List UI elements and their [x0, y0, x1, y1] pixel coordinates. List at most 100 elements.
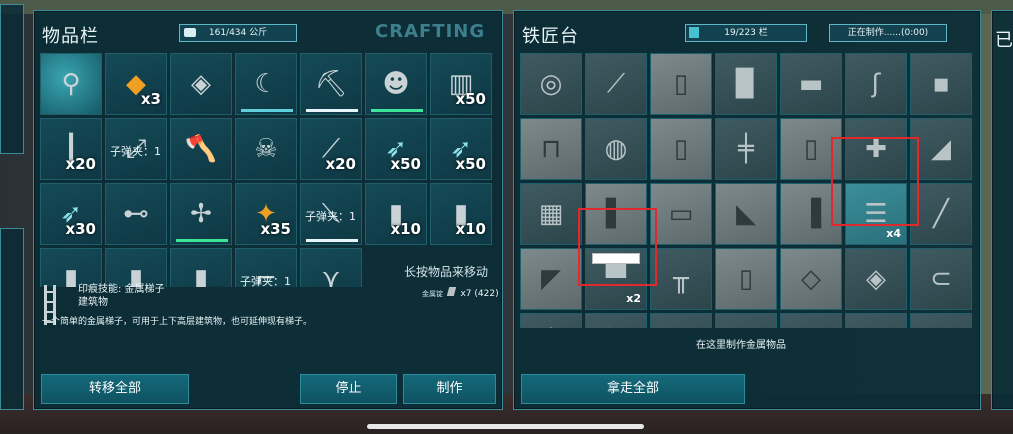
smithy-slot[interactable]: ▉	[715, 53, 777, 115]
arch-icon: ⊓	[540, 134, 562, 164]
smithy-slot[interactable]: ✺	[650, 313, 712, 328]
inventory-slot[interactable]: ✢	[170, 183, 232, 245]
smithy-slot[interactable]: ●	[715, 313, 777, 328]
ramp-icon: ◢	[931, 134, 951, 164]
inventory-slot[interactable]: ⤢ 子弹夹：1	[105, 118, 167, 180]
stop-button[interactable]: 停止	[300, 374, 397, 404]
item-quantity: x30	[65, 220, 96, 238]
smithy-slot[interactable]: ◎	[520, 53, 582, 115]
home-indicator[interactable]	[367, 424, 644, 429]
durability-bar	[306, 239, 358, 242]
block-icon: ▪	[932, 69, 950, 99]
plate-icon: ▭	[668, 199, 694, 229]
left-edge-tab-top[interactable]	[0, 4, 24, 154]
inventory-slot[interactable]: ➶ x30	[40, 183, 102, 245]
item-quantity: x35	[260, 220, 291, 238]
stairs-icon: ◤	[541, 264, 561, 294]
inventory-slot[interactable]: ☠	[235, 118, 297, 180]
smithy-slot[interactable]: │	[520, 313, 582, 328]
smithy-slot[interactable]: ▬	[780, 53, 842, 115]
smithy-slot[interactable]: 〰x231	[910, 313, 972, 328]
inventory-slot[interactable]: ◈	[170, 53, 232, 115]
smithy-slot[interactable]: ʃ	[845, 53, 907, 115]
inventory-slot[interactable]: ▥ x50	[430, 53, 492, 115]
inventory-slot[interactable]: ✦ x35	[235, 183, 297, 245]
durability-bar	[306, 109, 358, 112]
move-hint: 长按物品来移动	[403, 265, 488, 279]
smithy-slot[interactable]: ▭	[650, 183, 712, 245]
side-panel: 已	[991, 10, 1013, 410]
inventory-slot[interactable]: ▮x10	[105, 248, 167, 287]
hook-icon: ʃ	[871, 69, 881, 99]
item-quantity: x50	[455, 155, 486, 173]
smithy-slot[interactable]: ◍	[585, 118, 647, 180]
valve-icon: ╪	[738, 134, 754, 164]
durability-bar	[176, 239, 228, 242]
smithy-slot[interactable]: ╥	[650, 248, 712, 310]
amulet-icon: ◈	[191, 69, 211, 99]
inventory-slot[interactable]: 🪓	[170, 118, 232, 180]
smithy-slot[interactable]: ▰x422	[845, 313, 907, 328]
smithy-slot[interactable]: ▪	[910, 53, 972, 115]
smithy-slot[interactable]: ◈	[845, 248, 907, 310]
smithy-slot[interactable]: ⊂	[910, 248, 972, 310]
smithy-slot[interactable]: ◣	[715, 183, 777, 245]
ghost-icon: ⋎	[321, 264, 341, 287]
inventory-slot[interactable]: ➶ x50	[365, 118, 427, 180]
inventory-slot[interactable]: ➶ x50	[430, 118, 492, 180]
smithy-slot[interactable]: ◢	[910, 118, 972, 180]
smithy-slot[interactable]: ◤	[520, 248, 582, 310]
smithy-slot[interactable]: ▦	[520, 183, 582, 245]
inventory-slot[interactable]: ⟍ 子弹夹：1	[300, 183, 362, 245]
inventory-slot[interactable]: ⋎	[300, 248, 362, 287]
material-requirement: 金属锭 x7 (422)	[422, 287, 499, 299]
pipe-icon: ▯	[673, 134, 689, 164]
craft-button[interactable]: 制作	[403, 374, 496, 404]
take-all-button[interactable]: 拿走全部	[521, 374, 745, 404]
inventory-slot[interactable]: ⟋ x20	[300, 118, 362, 180]
smithy-slot[interactable]: ╪	[715, 118, 777, 180]
inventory-slot[interactable]: ▮x10	[170, 248, 232, 287]
inventory-slot[interactable]: ☻	[365, 53, 427, 115]
ingot-icon	[447, 287, 457, 296]
shell-icon: ▮	[63, 264, 79, 287]
durability-bar	[371, 109, 423, 112]
inventory-slot[interactable]: ⛏	[300, 53, 362, 115]
drone-icon: ✢	[190, 199, 212, 229]
smithy-slot[interactable]: ◇	[780, 248, 842, 310]
capsule-icon: ▬	[798, 69, 824, 99]
smithy-slot[interactable]: ╲	[585, 313, 647, 328]
magnifier-icon: ⚲	[61, 69, 81, 99]
railing-icon: ╥	[673, 264, 689, 294]
inventory-slot[interactable]: ⌐ 子弹夹：1	[235, 248, 297, 287]
inventory-slot[interactable]: ▮x10	[365, 183, 427, 245]
slope-icon: ◣	[736, 199, 756, 229]
weight-indicator: 161/434 公斤	[179, 24, 297, 42]
inventory-slot[interactable]: ▮x10	[430, 183, 492, 245]
inventory-slot[interactable]: ▮x10	[40, 248, 102, 287]
item-quantity: x50	[455, 90, 486, 108]
smithy-slot[interactable]: ▂x5000	[780, 313, 842, 328]
smithy-slot[interactable]: ▯	[650, 118, 712, 180]
transfer-all-button[interactable]: 转移全部	[41, 374, 189, 404]
smithy-slot[interactable]: ⊓	[520, 118, 582, 180]
inventory-slot[interactable]: ┃ x20	[40, 118, 102, 180]
left-edge-tab-bottom[interactable]	[0, 228, 24, 410]
ammo-count: 子弹夹：1	[110, 145, 161, 158]
glasses-icon: ⊷	[123, 199, 149, 229]
inventory-grid: ⚲ ◆ x3 ◈ ☾ ⛏ ☻ ▥ x50 ┃ x20 ⤢ 子弹夹：1 🪓 ☠ ⟋ x20 ➶ x50 ➶ x50 ➶ x30…	[40, 53, 495, 287]
inventory-slot[interactable]: ⊷	[105, 183, 167, 245]
inventory-slot[interactable]: ◆ x3	[105, 53, 167, 115]
pipe-icon: ▯	[803, 134, 819, 164]
inventory-slot[interactable]: ☾	[235, 53, 297, 115]
smithy-slot[interactable]: ╱	[910, 183, 972, 245]
smithy-slot[interactable]: ⟋	[585, 53, 647, 115]
item-quantity: x4	[886, 227, 901, 240]
crafting-tab[interactable]: CRAFTING	[375, 21, 485, 42]
inventory-slot[interactable]: ⚲	[40, 53, 102, 115]
side-panel-title: 已	[995, 30, 1013, 51]
smithy-slot[interactable]: ▯	[650, 53, 712, 115]
door-icon: ▯	[738, 264, 754, 294]
shell-icon: ▮	[193, 264, 209, 287]
smithy-slot[interactable]: ▯	[715, 248, 777, 310]
